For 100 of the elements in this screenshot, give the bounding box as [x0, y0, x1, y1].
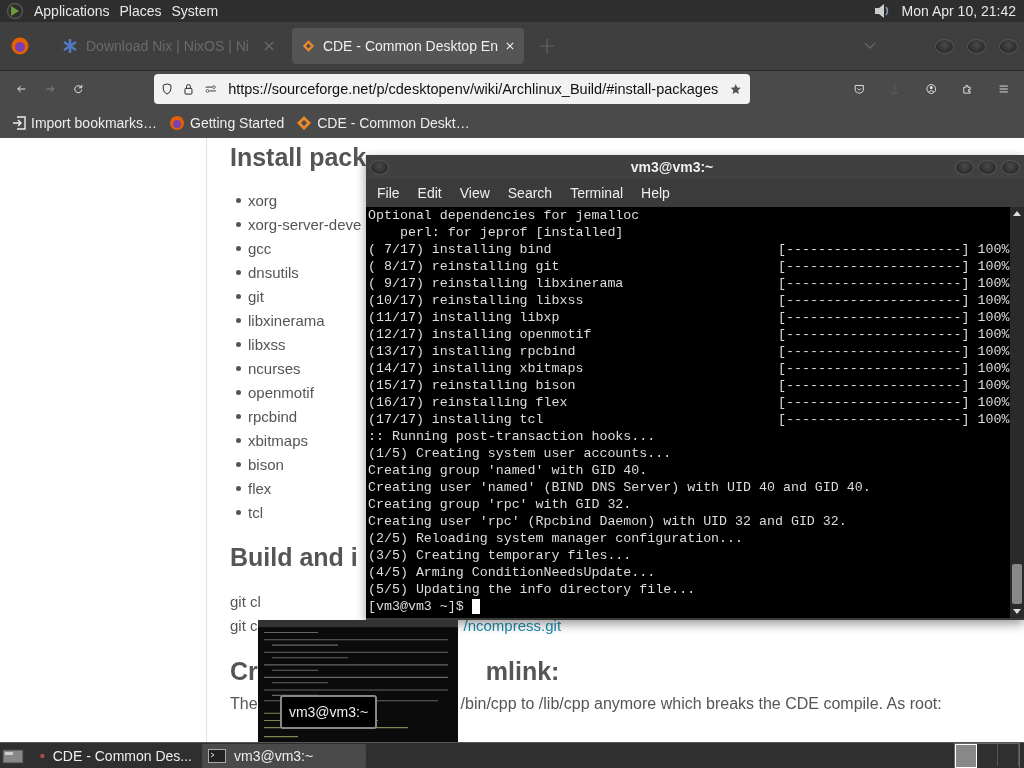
scroll-down-icon[interactable]	[1012, 608, 1022, 616]
progress-text: [----------------------]	[778, 343, 970, 360]
menu-icon[interactable]	[998, 82, 1009, 96]
package-name: libxinerama	[248, 311, 325, 329]
percent-text: 100%	[977, 292, 1010, 309]
panel-menu[interactable]: System	[171, 3, 219, 19]
package-name: libxss	[248, 335, 286, 353]
panel-menu[interactable]: Places	[119, 3, 162, 19]
output-line: ( 8/17) reinstalling git	[368, 258, 561, 275]
menu-item[interactable]: Search	[498, 184, 562, 201]
bullet-icon	[236, 437, 241, 443]
terminal-icon	[208, 749, 226, 763]
bookmark[interactable]: Getting Started	[169, 114, 285, 131]
distro-logo-icon[interactable]	[6, 2, 24, 20]
package-name: git	[248, 287, 264, 305]
progress-text: [----------------------]	[778, 377, 970, 394]
progress-text: [----------------------]	[778, 309, 970, 326]
bullet-icon	[236, 221, 241, 227]
output-line: Creating group 'rpc' with GID 32.	[368, 496, 632, 513]
progress-text: [----------------------]	[778, 258, 970, 275]
scrollbar[interactable]	[1010, 207, 1024, 618]
output-line: (5/5) Updating the info directory file...	[368, 581, 696, 598]
bookmark[interactable]: Import bookmarks…	[12, 114, 158, 131]
shield-icon[interactable]	[161, 80, 172, 98]
output-line: (4/5) Arming ConditionNeedsUpdate...	[368, 564, 656, 581]
scroll-up-icon[interactable]	[1012, 209, 1022, 217]
clock[interactable]: Mon Apr 10, 21:42	[901, 3, 1016, 19]
panel-menu[interactable]: Applications	[34, 3, 110, 19]
package-name: xbitmaps	[248, 431, 309, 449]
output-line: (15/17) reinstalling bison	[368, 377, 577, 394]
progress-text: [----------------------]	[778, 275, 970, 292]
output-line: (16/17) reinstalling flex	[368, 394, 569, 411]
window-switcher-label: vm3@vm3:~	[280, 695, 377, 729]
show-desktop-icon[interactable]	[2, 747, 24, 765]
output-line: (2/5) Reloading system manager configuration...	[368, 530, 744, 547]
text-cursor	[471, 599, 480, 614]
menu-item[interactable]: Edit	[408, 184, 451, 201]
package-name: xorg	[248, 191, 278, 209]
command-text: git c	[230, 616, 258, 634]
command-text: git cl	[230, 592, 261, 610]
paragraph-text: /bin/cpp to /lib/cpp anymore which breaks the CDE compile. As root:	[460, 695, 942, 713]
taskbar-item[interactable]: vm3@vm3:~	[202, 744, 366, 768]
percent-text: 100%	[977, 309, 1010, 326]
percent-text: 100%	[977, 411, 1010, 428]
output-line: (13/17) installing rpcbind	[368, 343, 577, 360]
menu-item[interactable]: Terminal	[561, 184, 633, 201]
package-name: gcc	[248, 239, 272, 257]
percent-text: 100%	[977, 394, 1010, 411]
bullet-icon	[236, 293, 241, 299]
workspace-switcher[interactable]	[954, 743, 1020, 768]
diamond-icon	[296, 114, 313, 131]
bullet-icon	[236, 389, 241, 395]
taskbar-item[interactable]: CDE - Common Des...	[34, 744, 198, 768]
bullet-icon	[236, 485, 241, 491]
package-name: ncurses	[248, 359, 301, 377]
snowflake-icon	[62, 38, 78, 54]
url-field[interactable]: https://sourceforge.net/p/cdesktopenv/wiki/Archlinux_Build/#install-packages	[153, 74, 750, 104]
package-name: flex	[248, 479, 272, 497]
bullet-icon	[236, 413, 241, 419]
output-line: Optional dependencies for jemalloc	[368, 207, 640, 224]
progress-text: [----------------------]	[778, 326, 970, 343]
output-line: Creating user 'named' (BIND DNS Server) with UID 40 and GID 40.	[368, 479, 871, 496]
bullet-icon	[236, 461, 241, 467]
menu-item[interactable]: File	[368, 184, 409, 201]
progress-text: [----------------------]	[778, 411, 970, 428]
repository-link[interactable]: /ncompress.git	[463, 616, 562, 634]
scrollbar-thumb[interactable]	[1012, 564, 1022, 604]
progress-text: [----------------------]	[778, 292, 970, 309]
paragraph-text: The	[230, 695, 258, 713]
percent-text: 100%	[977, 275, 1010, 292]
menu-item[interactable]: View	[450, 184, 499, 201]
percent-text: 100%	[977, 326, 1010, 343]
shell-prompt: [vm3@vm3 ~]$	[368, 598, 464, 615]
section-heading: Build and i	[230, 543, 358, 573]
bullet-icon	[236, 341, 241, 347]
menu-item[interactable]: Help	[632, 184, 679, 201]
progress-text: [----------------------]	[778, 241, 970, 258]
section-heading: Install pack	[230, 143, 367, 172]
bullet-icon	[236, 245, 241, 251]
output-line: :: Running post-transaction hooks...	[368, 428, 656, 445]
bullet-icon	[236, 269, 241, 275]
permissions-icon[interactable]	[204, 82, 217, 96]
firefox-icon[interactable]	[10, 36, 30, 56]
percent-text: 100%	[977, 377, 1010, 394]
section-heading: mlink:	[485, 656, 560, 686]
output-line: (10/17) reinstalling libxss	[368, 292, 585, 309]
output-line: ( 9/17) reinstalling libxinerama	[368, 275, 625, 292]
diamond-icon	[302, 38, 315, 54]
firefox-icon	[169, 114, 186, 131]
output-line: Creating user 'rpc' (Rpcbind Daemon) with UID 32 and GID 32.	[368, 513, 847, 530]
bookmark[interactable]: CDE - Common Deskt…	[296, 114, 470, 131]
output-line: Creating group 'named' with GID 40.	[368, 462, 648, 479]
output-line: (12/17) installing openmotif	[368, 326, 593, 343]
bullet-icon	[236, 197, 241, 203]
output-line: (3/5) Creating temporary files...	[368, 547, 632, 564]
output-line: (17/17) installing tcl	[368, 411, 545, 428]
output-line: (1/5) Creating system user accounts...	[368, 445, 672, 462]
browser-tab[interactable]: CDE - Common Desktop En	[292, 28, 524, 64]
progress-text: [----------------------]	[778, 360, 970, 377]
percent-text: 100%	[977, 258, 1010, 275]
